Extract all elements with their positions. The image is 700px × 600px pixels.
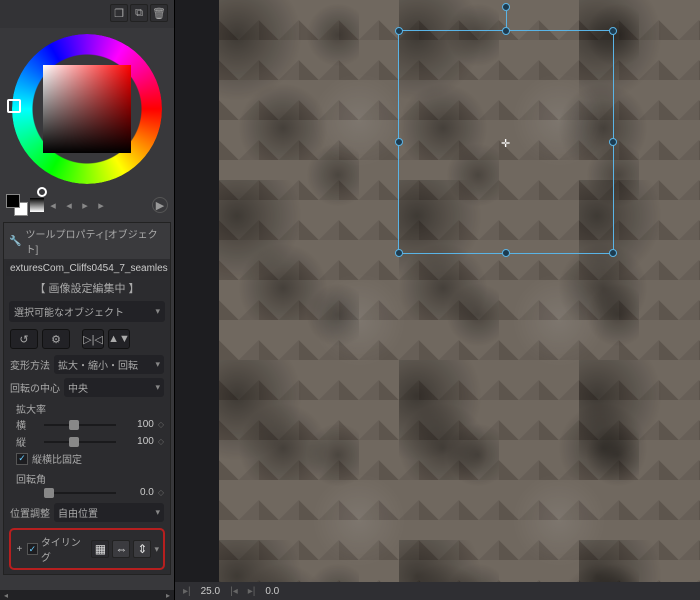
rotation-angle-row: 0.0 ◇ [16, 486, 164, 499]
rotation-handle[interactable] [502, 3, 510, 11]
op-settings-button[interactable]: ⚙ [42, 329, 70, 349]
panel-header-buttons: ❐ ⧉ 🗑 [0, 0, 174, 28]
stepper-icon[interactable]: ◇ [158, 420, 164, 429]
rotation-center-value: 中央 [68, 380, 88, 395]
swatch-step-right2-icon[interactable]: ▸ [94, 198, 108, 212]
position-adjust-label: 位置調整 [10, 505, 50, 520]
zoom-out-icon[interactable]: ▸| [183, 586, 191, 597]
transform-method-row: 変形方法 拡大・縮小・回転 ▾ [4, 353, 170, 376]
gradient-bar-icon[interactable] [30, 198, 44, 212]
chevron-down-icon: ▾ [155, 359, 160, 370]
scale-v-row: 縦 100 ◇ [16, 433, 164, 450]
scale-h-label: 横 [16, 417, 40, 432]
pasteboard [175, 0, 219, 600]
wrench-icon: 🔧 [9, 236, 21, 247]
chevron-down-icon: ▾ [155, 507, 160, 518]
scroll-left-icon[interactable]: ◂ [0, 590, 12, 600]
swatch-step-right-icon[interactable]: ▸ [78, 198, 92, 212]
scroll-right-icon[interactable]: ▸ [162, 590, 174, 600]
scale-h-slider[interactable] [44, 422, 116, 428]
panel-duplicate-icon[interactable]: ⧉ [130, 4, 148, 22]
asset-name-field[interactable]: exturesCom_Cliffs0454_7_seamless_S [6, 261, 168, 276]
record-icon[interactable]: ▶ [152, 197, 168, 213]
tool-property-title-text: ツールプロパティ[オブジェクト] [25, 226, 165, 256]
tiling-row: + ✓ タイリング ▦ ⇔ ⇕ ▾ [9, 528, 165, 570]
stepper-icon[interactable]: ◇ [158, 488, 164, 497]
handle-e[interactable] [609, 138, 617, 146]
stepper-icon[interactable]: ◇ [158, 437, 164, 446]
flip-vertical-button[interactable]: ▲▼ [108, 329, 130, 349]
tiling-horizontal-icon[interactable]: ⇔ [112, 540, 130, 558]
handle-sw[interactable] [395, 249, 403, 257]
scale-label: 拡大率 [16, 401, 164, 416]
op-button-row: ↺ ⚙ ▷|◁ ▲▼ [4, 325, 170, 353]
tiling-checkbox[interactable]: ✓ [27, 543, 38, 555]
tiling-both-icon[interactable]: ▦ [91, 540, 109, 558]
position-adjust-row: 位置調整 自由位置 ▾ [4, 501, 170, 524]
tool-property-title: 🔧 ツールプロパティ[オブジェクト] [4, 223, 170, 259]
position-adjust-value: 自由位置 [58, 505, 98, 520]
transform-method-value: 拡大・縮小・回転 [58, 357, 138, 372]
handle-nw[interactable] [395, 27, 403, 35]
position-adjust-dropdown[interactable]: 自由位置 ▾ [54, 503, 164, 522]
swatch-row: ◂ ◂ ▸ ▸ ▶ [0, 192, 174, 220]
keep-aspect-checkbox[interactable]: ✓ [16, 453, 28, 465]
tiling-label: タイリング [41, 534, 86, 564]
swatch-step-left2-icon[interactable]: ◂ [62, 198, 76, 212]
keep-aspect-row: ✓ 縦横比固定 [16, 450, 164, 467]
plus-icon[interactable]: + [15, 544, 24, 555]
tool-property-panel: 🔧 ツールプロパティ[オブジェクト] exturesCom_Cliffs0454… [3, 222, 171, 575]
rotation-angle-slider[interactable] [44, 490, 116, 496]
selectable-objects-label: 選択可能なオブジェクト [14, 304, 124, 319]
color-wheel[interactable] [7, 32, 167, 192]
canvas[interactable]: ✛ ▸| 25.0 |◂ ▸| 0.0 [175, 0, 700, 600]
handle-n[interactable] [502, 27, 510, 35]
scale-v-slider[interactable] [44, 439, 116, 445]
panel-scrollbar-x[interactable]: ◂ ▸ [0, 590, 174, 600]
zoom-in-icon[interactable]: |◂ [230, 586, 238, 597]
handle-s[interactable] [502, 249, 510, 257]
swatch-step-left-icon[interactable]: ◂ [46, 198, 60, 212]
scale-v-value[interactable]: 100 [120, 436, 154, 447]
transform-method-dropdown[interactable]: 拡大・縮小・回転 ▾ [54, 355, 164, 374]
fg-bg-swatch[interactable] [6, 194, 28, 216]
rotation-center-row: 回転の中心 中央 ▾ [4, 376, 170, 399]
panel-copy-icon[interactable]: ❐ [110, 4, 128, 22]
rotation-center-label: 回転の中心 [10, 380, 60, 395]
rotation-angle-group: 回転角 0.0 ◇ [4, 469, 170, 501]
handle-ne[interactable] [609, 27, 617, 35]
angle-dec-icon[interactable]: ▸| [248, 586, 256, 597]
zoom-value[interactable]: 25.0 [201, 586, 220, 597]
handle-w[interactable] [395, 138, 403, 146]
scale-h-value[interactable]: 100 [120, 419, 154, 430]
panel-delete-icon[interactable]: 🗑 [150, 4, 168, 22]
rotation-center-dropdown[interactable]: 中央 ▾ [64, 378, 164, 397]
op-reset-button[interactable]: ↺ [10, 329, 38, 349]
scale-v-label: 縦 [16, 434, 40, 449]
flip-horizontal-button[interactable]: ▷|◁ [82, 329, 104, 349]
status-bar: ▸| 25.0 |◂ ▸| 0.0 [175, 582, 700, 600]
rotation-angle-label: 回転角 [16, 471, 164, 486]
chevron-down-icon: ▾ [154, 544, 159, 555]
edit-notice-text: 【 画像設定編集中 】 [4, 278, 170, 298]
chevron-down-icon: ▾ [155, 382, 160, 393]
tiling-vertical-icon[interactable]: ⇕ [133, 540, 151, 558]
chevron-down-icon: ▾ [155, 306, 160, 317]
keep-aspect-label: 縦横比固定 [32, 451, 82, 466]
angle-value[interactable]: 0.0 [265, 586, 279, 597]
selectable-objects-dropdown[interactable]: 選択可能なオブジェクト ▾ [9, 301, 165, 322]
scale-group: 拡大率 横 100 ◇ 縦 100 ◇ ✓ 縦横比固定 [4, 399, 170, 469]
saturation-value-square[interactable] [43, 65, 131, 153]
hue-handle[interactable] [7, 99, 21, 113]
selection-box[interactable]: ✛ [398, 30, 614, 254]
transform-method-label: 変形方法 [10, 357, 50, 372]
scale-h-row: 横 100 ◇ [16, 416, 164, 433]
handle-se[interactable] [609, 249, 617, 257]
rotation-angle-value[interactable]: 0.0 [120, 487, 154, 498]
property-sidebar: ❐ ⧉ 🗑 ◂ ◂ ▸ ▸ ▶ 🔧 ツールプロパティ[オブジェクト] e [0, 0, 175, 600]
center-marker-icon[interactable]: ✛ [501, 137, 510, 150]
sv-handle[interactable] [37, 187, 47, 197]
